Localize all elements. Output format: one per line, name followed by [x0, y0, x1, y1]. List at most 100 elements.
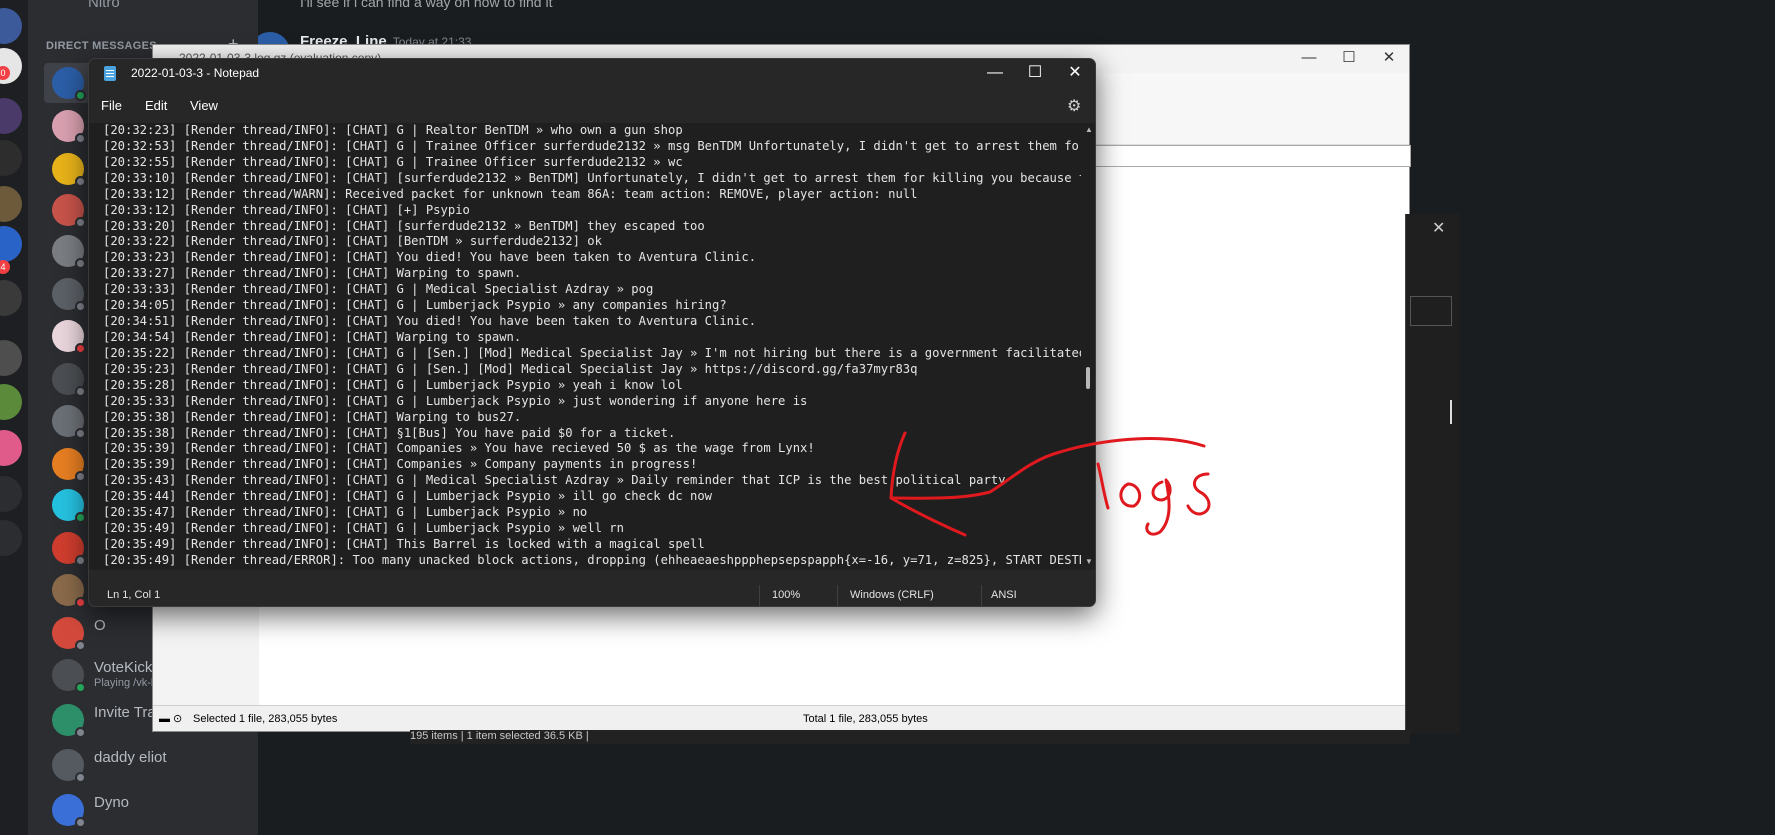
scroll-up-arrow-icon[interactable]: ▲	[1085, 125, 1093, 134]
presence-status-dot	[75, 217, 86, 228]
notepad-window: 2022-01-03-3 - Notepad — ☐ ✕ File Edit V…	[88, 58, 1096, 607]
settings-gear-icon[interactable]: ⚙	[1067, 96, 1081, 116]
log-line: [20:35:49] [Render thread/INFO]: [CHAT] …	[103, 521, 624, 536]
menu-view[interactable]: View	[190, 98, 218, 113]
archive-minimize-button[interactable]: —	[1289, 47, 1329, 69]
presence-status-dot	[75, 555, 86, 566]
notepad-statusbar: Ln 1, Col 1 100% Windows (CRLF) ANSI	[89, 585, 1095, 606]
drive-icon: ▬ ⊙	[159, 713, 183, 725]
notepad-text-area[interactable]: [20:32:23] [Render thread/INFO]: [CHAT] …	[89, 123, 1095, 570]
server-icon[interactable]	[0, 140, 22, 176]
dm-list-item[interactable]: Dyno	[44, 790, 254, 830]
log-line: [20:33:23] [Render thread/INFO]: [CHAT] …	[103, 250, 757, 265]
log-line: [20:35:28] [Render thread/INFO]: [CHAT] …	[103, 377, 683, 392]
archive-maximize-button[interactable]: ☐	[1329, 47, 1369, 69]
log-lines: [20:32:23] [Render thread/INFO]: [CHAT] …	[103, 123, 1081, 569]
archive-status-selected: Selected 1 file, 283,055 bytes	[193, 713, 338, 725]
archive-close-button[interactable]: ✕	[1369, 47, 1409, 69]
presence-status-dot	[75, 301, 86, 312]
cursor-position: Ln 1, Col 1	[107, 589, 161, 601]
log-line: [20:32:23] [Render thread/INFO]: [CHAT] …	[103, 123, 683, 137]
notepad-app-icon	[104, 66, 116, 81]
presence-status-dot	[75, 428, 86, 439]
archive-path-dropdown[interactable]	[1093, 145, 1411, 167]
dm-name: VoteKick	[94, 659, 153, 676]
notepad-titlebar: 2022-01-03-3 - Notepad — ☐ ✕	[89, 59, 1095, 89]
log-line: [20:35:33] [Render thread/INFO]: [CHAT] …	[103, 393, 808, 408]
log-line: [20:32:55] [Render thread/INFO]: [CHAT] …	[103, 154, 683, 169]
log-line: [20:35:23] [Render thread/INFO]: [CHAT] …	[103, 361, 918, 376]
log-line: [20:35:47] [Render thread/INFO]: [CHAT] …	[103, 505, 588, 520]
log-line: [20:35:38] [Render thread/INFO]: [CHAT] …	[103, 409, 522, 424]
presence-status-dot	[75, 471, 86, 482]
log-line: [20:35:39] [Render thread/INFO]: [CHAT] …	[103, 441, 815, 456]
server-icon[interactable]	[0, 340, 22, 376]
notepad-title: 2022-01-03-3 - Notepad	[131, 66, 260, 80]
presence-status-dot	[75, 817, 86, 828]
presence-status-dot	[75, 682, 86, 693]
dm-name: Dyno	[94, 794, 130, 811]
server-icon[interactable]	[0, 226, 22, 262]
log-line: [20:34:51] [Render thread/INFO]: [CHAT] …	[103, 314, 757, 329]
encoding: ANSI	[991, 589, 1017, 601]
status-divider	[759, 585, 760, 606]
log-line: [20:34:05] [Render thread/INFO]: [CHAT] …	[103, 298, 727, 313]
dialog-close-icon[interactable]: ✕	[1432, 218, 1445, 238]
server-icon[interactable]	[0, 520, 22, 556]
zoom-level: 100%	[772, 589, 801, 601]
presence-status-dot	[75, 386, 86, 397]
presence-status-dot	[75, 727, 86, 738]
log-line: [20:35:22] [Render thread/INFO]: [CHAT] …	[103, 345, 1081, 360]
menu-edit[interactable]: Edit	[145, 98, 167, 113]
dm-name: O	[94, 617, 106, 634]
notepad-close-button[interactable]: ✕	[1055, 59, 1095, 87]
dm-name: daddy eliot	[94, 749, 167, 766]
presence-status-dot	[75, 176, 86, 187]
log-line: [20:35:49] [Render thread/INFO]: [CHAT] …	[103, 536, 705, 551]
status-divider	[981, 585, 982, 606]
log-line: [20:35:44] [Render thread/INFO]: [CHAT] …	[103, 489, 713, 504]
server-icon[interactable]	[0, 384, 22, 420]
dm-list-item[interactable]: daddy eliot	[44, 745, 254, 785]
log-line: [20:33:10] [Render thread/INFO]: [CHAT] …	[103, 170, 1081, 185]
scrollbar-thumb[interactable]	[1086, 367, 1090, 389]
text-cursor	[1450, 400, 1452, 424]
log-line: [20:33:22] [Render thread/INFO]: [CHAT] …	[103, 234, 602, 249]
log-line: [20:35:49] [Render thread/ERROR]: Too ma…	[103, 552, 1081, 567]
scroll-down-arrow-icon[interactable]: ▼	[1085, 557, 1093, 566]
log-line: [20:35:39] [Render thread/INFO]: [CHAT] …	[103, 457, 698, 472]
server-icon[interactable]	[0, 186, 22, 222]
notepad-minimize-button[interactable]: —	[975, 59, 1015, 87]
vertical-scrollbar[interactable]: ▲ ▼	[1082, 123, 1095, 570]
presence-status-dot	[75, 640, 86, 651]
server-icon[interactable]	[0, 8, 22, 44]
chat-message-text: I'll see if i can find a way on how to f…	[300, 0, 553, 10]
unread-badge: 4	[0, 260, 10, 274]
explorer-status-strip: 195 items | 1 item selected 36.5 KB |	[410, 730, 1410, 744]
server-icon[interactable]	[0, 476, 22, 512]
log-line: [20:34:54] [Render thread/INFO]: [CHAT] …	[103, 329, 522, 344]
log-line: [20:35:43] [Render thread/INFO]: [CHAT] …	[103, 473, 1006, 488]
nitro-link[interactable]: Nitro	[88, 0, 120, 11]
log-line: [20:33:27] [Render thread/INFO]: [CHAT] …	[103, 266, 522, 281]
status-divider	[837, 585, 838, 606]
log-line: [20:33:12] [Render thread/INFO]: [CHAT] …	[103, 202, 470, 217]
log-line: [20:33:12] [Render thread/WARN]: Receive…	[103, 186, 918, 201]
server-icon[interactable]	[0, 98, 22, 134]
direct-messages-header: DIRECT MESSAGES	[46, 40, 157, 52]
background-dialog: ✕	[1405, 214, 1460, 734]
server-icon[interactable]	[0, 430, 22, 466]
line-ending: Windows (CRLF)	[850, 589, 934, 601]
archive-status-total: Total 1 file, 283,055 bytes	[803, 713, 928, 725]
log-line: [20:33:20] [Render thread/INFO]: [CHAT] …	[103, 218, 705, 233]
notepad-maximize-button[interactable]: ☐	[1015, 59, 1055, 87]
desktop-screen: I'll see if i can find a way on how to f…	[0, 0, 1775, 835]
log-line: [20:35:38] [Render thread/INFO]: [CHAT] …	[103, 425, 676, 440]
presence-status-dot	[75, 90, 86, 101]
notepad-menubar: File Edit View ⚙	[89, 89, 1095, 123]
dialog-input[interactable]	[1410, 296, 1452, 326]
presence-status-dot	[75, 772, 86, 783]
menu-file[interactable]: File	[101, 98, 122, 113]
server-icon[interactable]	[0, 280, 22, 316]
log-line: [20:32:53] [Render thread/INFO]: [CHAT] …	[103, 138, 1081, 153]
